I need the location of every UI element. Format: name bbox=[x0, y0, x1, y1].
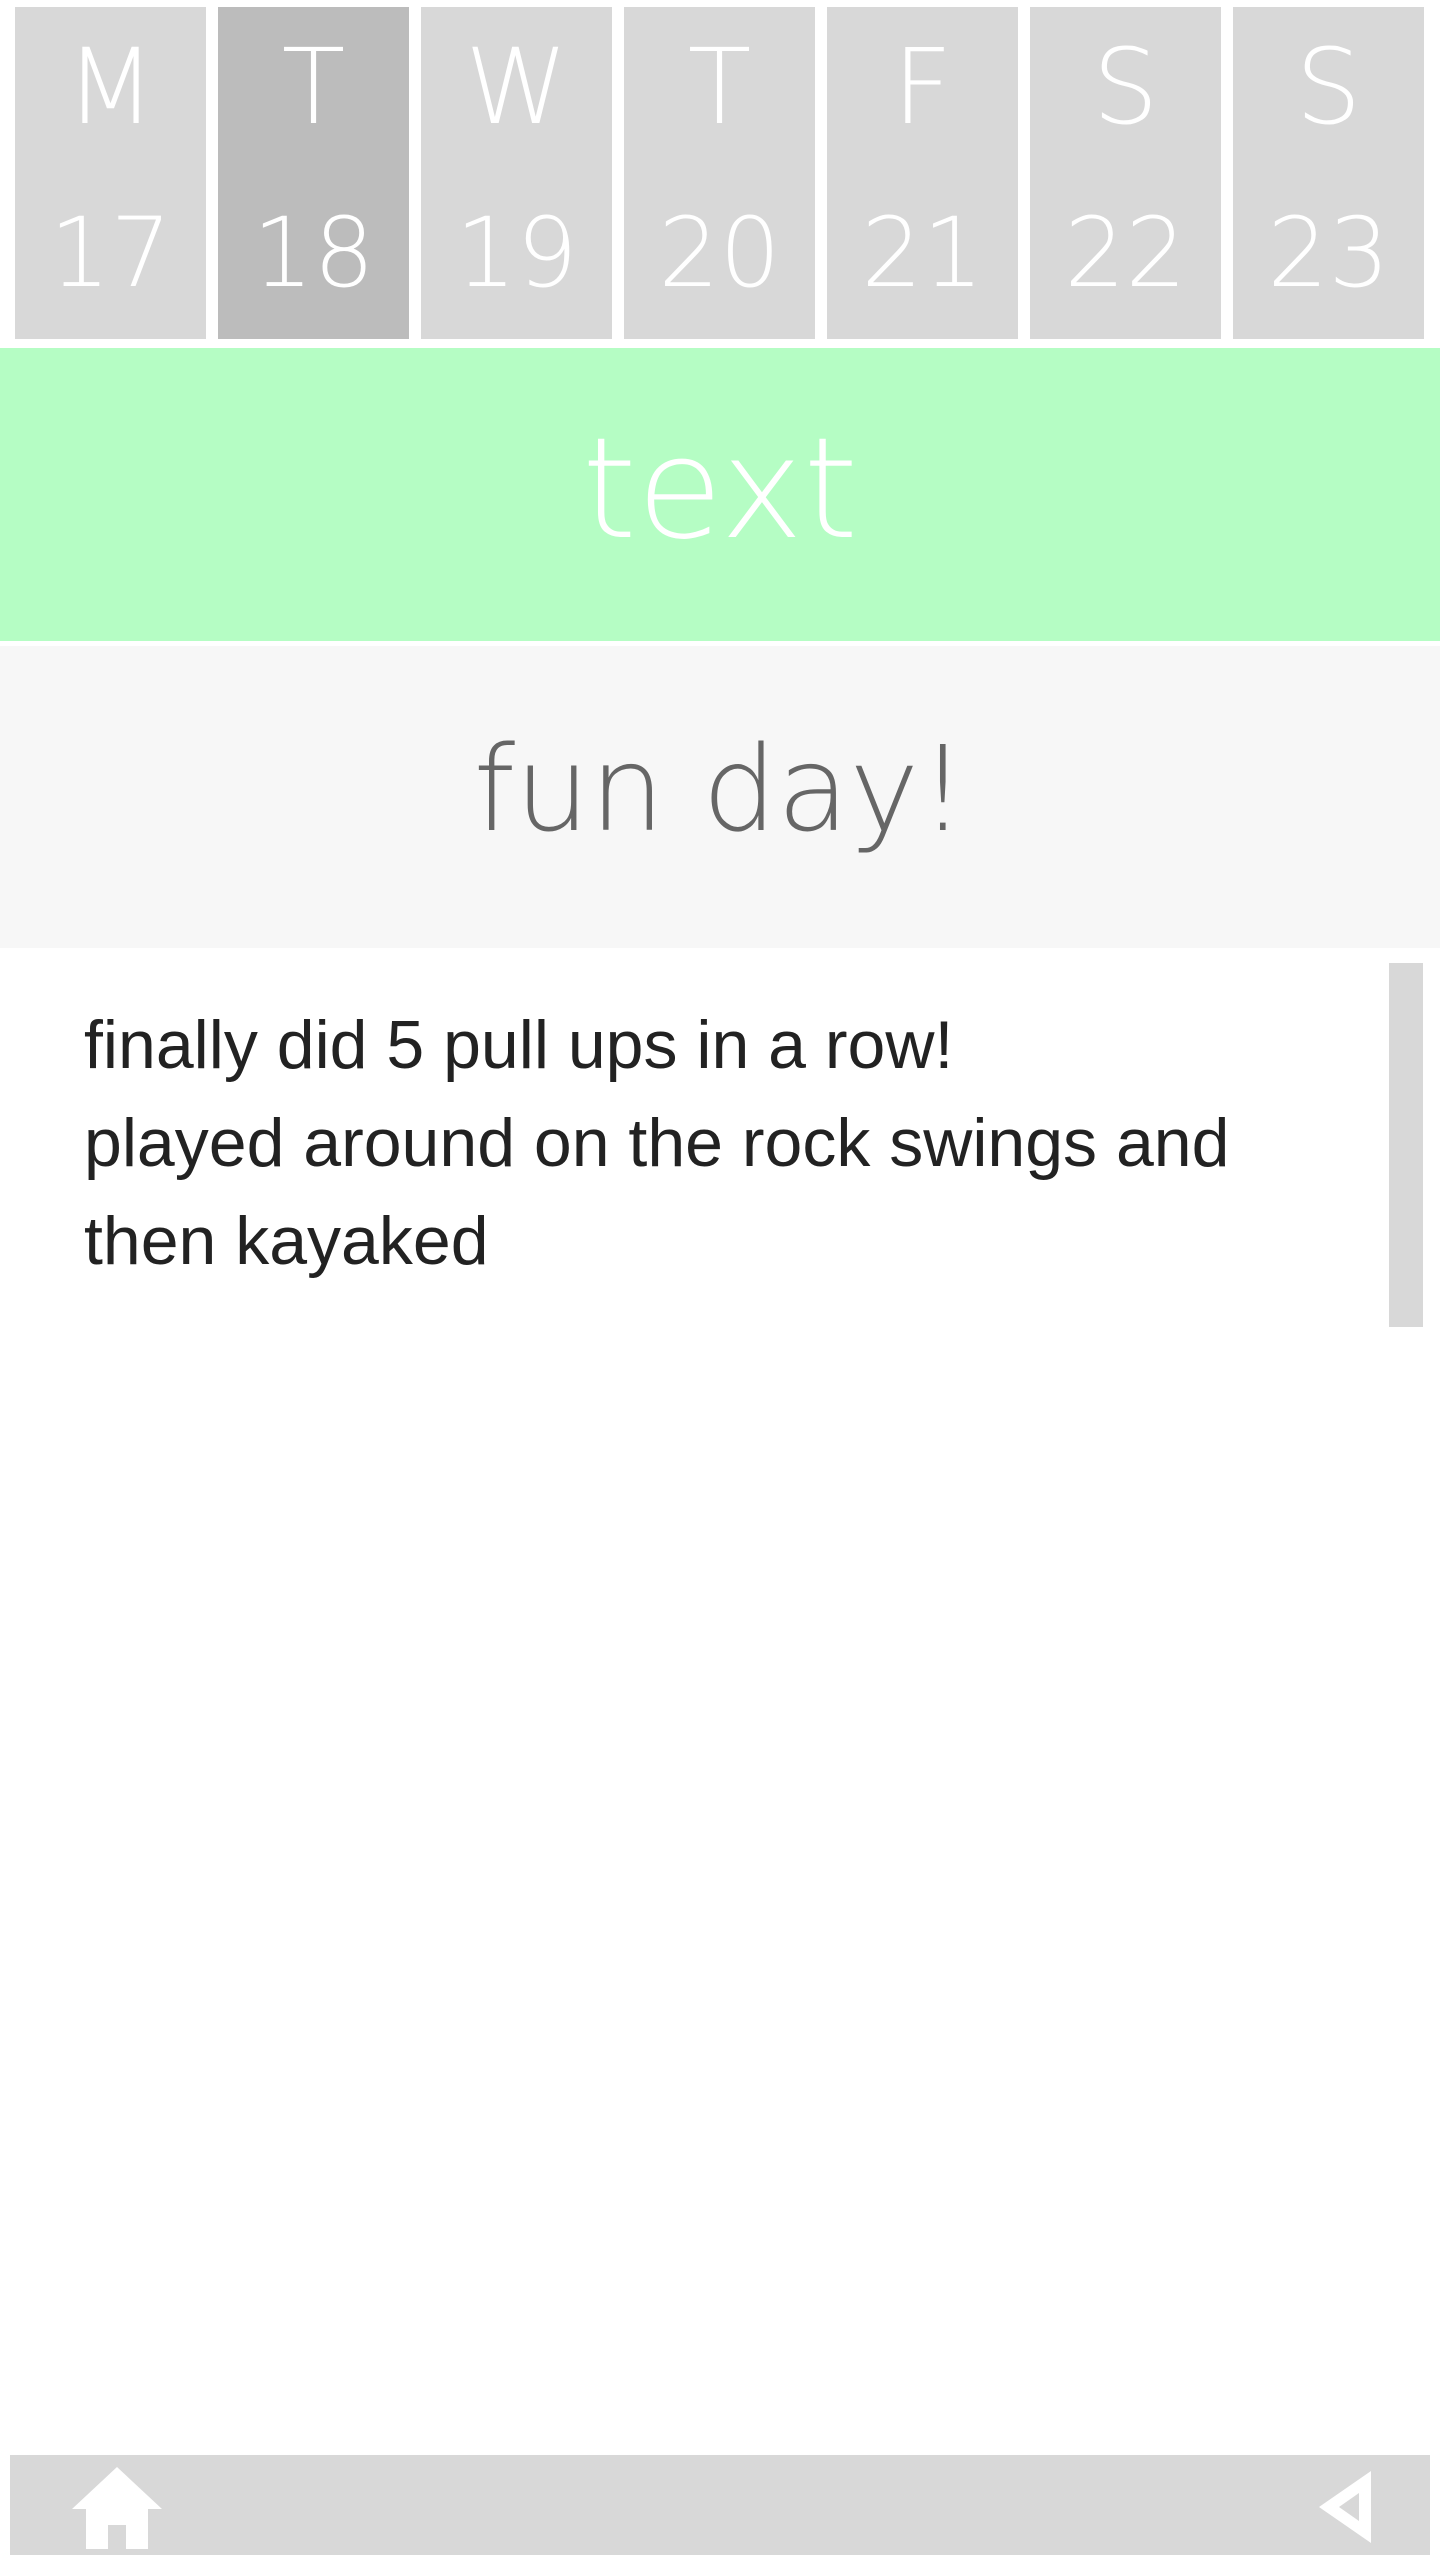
day-letter: T bbox=[687, 26, 752, 148]
entry-mode-label: text bbox=[581, 407, 859, 571]
entry-title-panel[interactable]: fun day! bbox=[0, 646, 1440, 948]
day-number: 19 bbox=[455, 197, 578, 309]
day-tile-monday[interactable]: M 17 bbox=[15, 7, 206, 339]
day-letter: T bbox=[281, 26, 346, 148]
day-number: 20 bbox=[658, 197, 781, 309]
bottom-nav-bar bbox=[10, 2455, 1430, 2555]
week-strip: M 17 T 18 W 19 T 20 F 21 S 22 S 23 bbox=[0, 0, 1440, 345]
entry-line: then kayaked bbox=[84, 1203, 489, 1279]
entry-line: finally did 5 pull ups in a row! bbox=[84, 1007, 954, 1083]
entry-body-text[interactable]: finally did 5 pull ups in a row! played … bbox=[84, 996, 1354, 1290]
day-tile-friday[interactable]: F 21 bbox=[827, 7, 1018, 339]
day-letter: M bbox=[65, 26, 156, 148]
day-tile-sunday[interactable]: S 23 bbox=[1233, 7, 1424, 339]
day-tile-tuesday-selected[interactable]: T 18 bbox=[218, 7, 409, 339]
day-number: 17 bbox=[49, 197, 172, 309]
day-tile-saturday[interactable]: S 22 bbox=[1030, 7, 1221, 339]
entry-title: fun day! bbox=[473, 720, 967, 858]
day-tile-wednesday[interactable]: W 19 bbox=[421, 7, 612, 339]
entry-line: played around on the rock swings and bbox=[84, 1105, 1230, 1181]
day-number: 22 bbox=[1064, 197, 1187, 309]
day-number: 18 bbox=[252, 197, 375, 309]
day-number: 23 bbox=[1267, 197, 1390, 309]
app-screen: M 17 T 18 W 19 T 20 F 21 S 22 S 23 text bbox=[0, 0, 1440, 2560]
entry-mode-banner[interactable]: text bbox=[0, 348, 1440, 641]
day-number: 21 bbox=[861, 197, 984, 309]
home-button[interactable] bbox=[68, 2463, 166, 2553]
day-letter: F bbox=[892, 26, 953, 148]
back-button[interactable] bbox=[1313, 2467, 1383, 2547]
day-letter: W bbox=[465, 26, 568, 148]
day-letter: S bbox=[1295, 26, 1362, 148]
day-letter: S bbox=[1092, 26, 1159, 148]
back-triangle-icon bbox=[1319, 2471, 1371, 2543]
scrollbar-thumb[interactable] bbox=[1389, 963, 1423, 1327]
day-tile-thursday[interactable]: T 20 bbox=[624, 7, 815, 339]
home-icon bbox=[72, 2467, 162, 2549]
